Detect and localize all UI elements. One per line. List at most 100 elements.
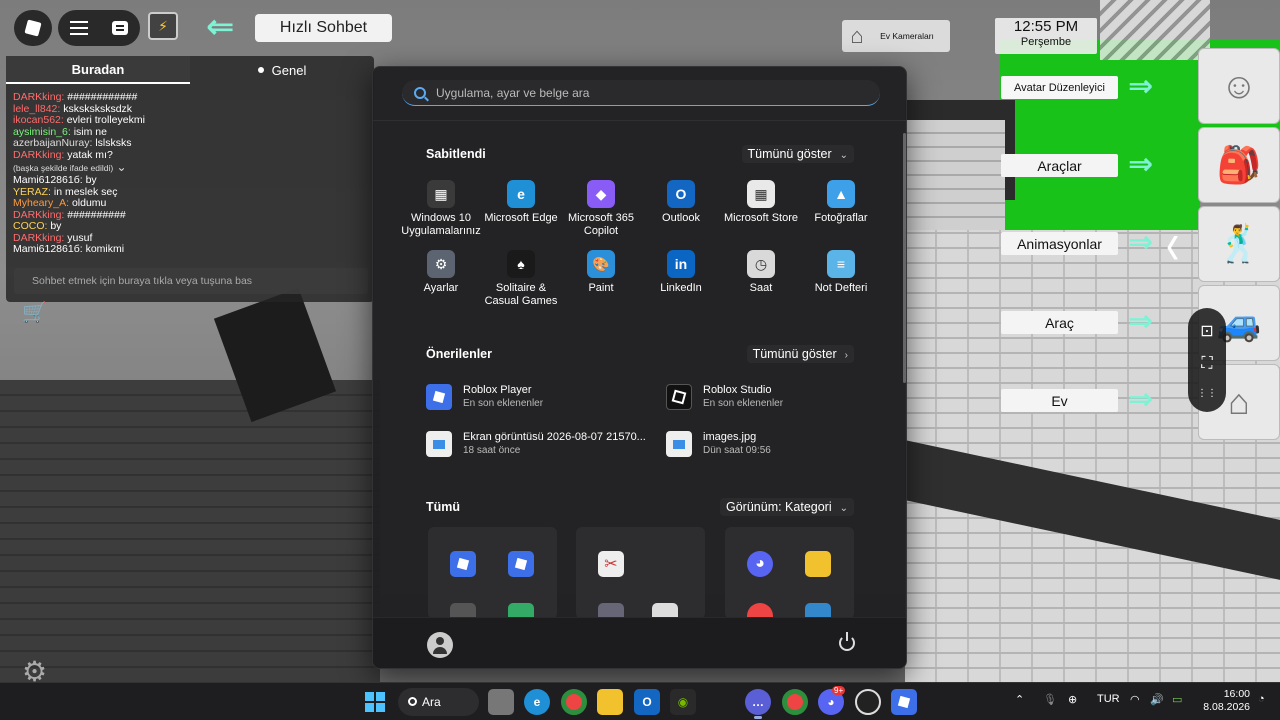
user-avatar-icon[interactable] [427,632,453,658]
pinned-app[interactable]: ▲ Fotoğraflar [801,180,881,250]
task-view-icon[interactable] [488,689,514,715]
recommended-item[interactable]: Ekran görüntüsü 2026-08-07 21570... 18 sa… [426,427,656,461]
home-camera-button[interactable]: ⌂ Ev Kameraları [842,20,950,52]
chrome-icon[interactable] [782,689,808,715]
microphone-icon[interactable]: 🎙 [1043,693,1057,706]
taskbar-search[interactable]: Ara [398,688,479,716]
fullscreen-icon[interactable]: ⛶ [1201,355,1212,373]
tab-local[interactable]: Buradan [6,56,190,84]
nvidia-icon[interactable]: ◉ [670,689,696,715]
chevron-up-icon[interactable]: ⌃ [1015,693,1024,706]
avatar-editor-button[interactable]: Avatar Düzenleyici [1001,76,1118,99]
start-button[interactable] [362,689,388,715]
tools-button[interactable]: Araçlar [1001,154,1118,177]
pinned-app[interactable]: ♠ Solitaire & Casual Games [481,250,561,320]
chat-username[interactable]: lele_ll842: [13,103,60,115]
roblox-taskbar-icon[interactable] [891,689,917,715]
pinned-show-all-label: Tümünü göster [747,147,832,161]
chat-text: ############ [67,91,138,103]
app-category-folder[interactable] [428,527,557,619]
outlook-icon[interactable]: O [634,689,660,715]
pinned-app[interactable]: in LinkedIn [641,250,721,320]
chat-username[interactable]: COCO: [13,220,47,232]
view-category-button[interactable]: Görünüm: Kategori ⌄ [720,498,854,516]
start-menu-scrollbar[interactable] [903,133,906,383]
windows-apps-icon: ▦ [427,180,455,208]
chat-username[interactable]: azerbaijanNuray: [13,137,92,149]
notification-bell-icon[interactable]: ◔ [1258,693,1265,705]
paint-icon: 🎨 [587,250,615,278]
screenshot-icon[interactable]: ⊡ [1200,321,1213,341]
pinned-app[interactable]: e Microsoft Edge [481,180,561,250]
pinned-app[interactable]: ◷ Saat [721,250,801,320]
chat-text: by [50,220,62,232]
roblox-menu-button[interactable] [14,10,52,46]
roblox-studio-icon [666,384,692,410]
pinned-app[interactable]: ▦ Microsoft Store [721,180,801,250]
animation-avatar-tile[interactable]: 🕺 [1198,206,1280,282]
search-divider [373,120,906,121]
pinned-app[interactable]: ◆ Microsoft 365 Copilot [561,180,641,250]
game-clock-day: Perşembe [1020,36,1072,48]
store-icon: ▦ [747,180,775,208]
copilot-chat-icon[interactable]: … [745,689,771,715]
file-explorer-icon[interactable] [597,689,623,715]
home-button[interactable]: Ev [1001,389,1118,412]
chrome-icon[interactable] [561,689,587,715]
chat-input[interactable]: Sohbet etmek için buraya tıkla veya tuşu… [14,268,368,294]
roblox-player-icon [426,384,452,410]
recommended-show-all-button[interactable]: Tümünü göster › [746,345,854,363]
battery-icon[interactable]: ▭ [1172,693,1182,706]
vehicle-button[interactable]: Araç [1001,311,1118,334]
recommended-item[interactable]: Roblox Studio En son eklenenler [666,380,896,414]
power-icon[interactable] [839,632,855,651]
taskbar-clock[interactable]: 16:00 8.08.2026 [1192,688,1250,714]
recording-app-icon[interactable] [855,689,881,715]
animations-button[interactable]: Animasyonlar [1001,232,1118,255]
start-search-input[interactable] [436,85,836,100]
quick-chat-icon[interactable]: ⚡ [148,12,178,40]
chat-username[interactable]: YERAZ: [13,186,51,198]
language-indicator[interactable]: TUR [1097,693,1120,705]
tab-general[interactable]: Genel [190,56,374,84]
edge-icon[interactable]: e [524,689,550,715]
chat-username[interactable]: DARKking: [13,232,64,244]
app-category-folder[interactable]: ◕ [725,527,854,619]
wifi-icon[interactable]: ◠ [1130,693,1140,706]
chat-username[interactable]: DARKking: [13,149,64,161]
recommended-item[interactable]: Roblox Player En son eklenenler [426,380,656,414]
pinned-app[interactable]: O Outlook [641,180,721,250]
chat-username[interactable]: DARKking: [13,91,64,103]
backpack-tile[interactable]: 🎒 [1198,127,1280,203]
start-search-box[interactable] [402,80,880,106]
chat-username[interactable]: Mami612861б: [13,243,83,255]
chevron-left-icon[interactable]: ‹ [1166,211,1179,279]
pinned-show-all-button[interactable]: Tümünü göster ⌄ [741,145,854,163]
quick-chat-button[interactable]: Hızlı Sohbet [255,14,392,42]
avatar-face-tile[interactable]: ☺ [1198,48,1280,124]
pinned-app[interactable]: 🎨 Paint [561,250,641,320]
pinned-app[interactable]: ≡ Not Defteri [801,250,881,320]
drag-handle-icon[interactable]: ⋮⋮ [1197,388,1217,399]
chevron-down-icon[interactable]: ⌄ [113,160,127,174]
arrow-left-icon[interactable]: ⇐ [206,10,246,44]
chat-text: ########## [67,208,126,221]
chat-note-text: (başka şekilde ifade edildi) [13,163,114,173]
chat-username[interactable]: ikocan562: [13,114,64,126]
cart-icon[interactable]: 🛒 [22,300,47,325]
chat-username[interactable]: Mami612861б: [13,174,83,186]
chat-toggle-button[interactable] [99,10,140,46]
recommended-item[interactable]: images.jpg Dün saat 09:56 [666,427,896,461]
chat-username[interactable]: DARKking: [13,209,64,221]
pinned-app[interactable]: ⚙ Ayarlar [401,250,481,320]
location-icon[interactable]: ⊕ [1068,693,1077,706]
app-category-folder[interactable]: ✂ [576,527,705,619]
chat-username[interactable]: Myheary_A: [13,197,69,209]
gear-icon[interactable]: ⚙ [22,655,74,687]
volume-icon[interactable]: 🔊 [1150,693,1164,706]
arrow-right-icon: ⇒ [1128,305,1154,338]
hamburger-button[interactable] [58,10,99,46]
pinned-app[interactable]: ▦ Windows 10 Uygulamalarınız [401,180,481,250]
edge-icon: e [507,180,535,208]
chat-username[interactable]: aysimisin_6: [13,126,71,138]
